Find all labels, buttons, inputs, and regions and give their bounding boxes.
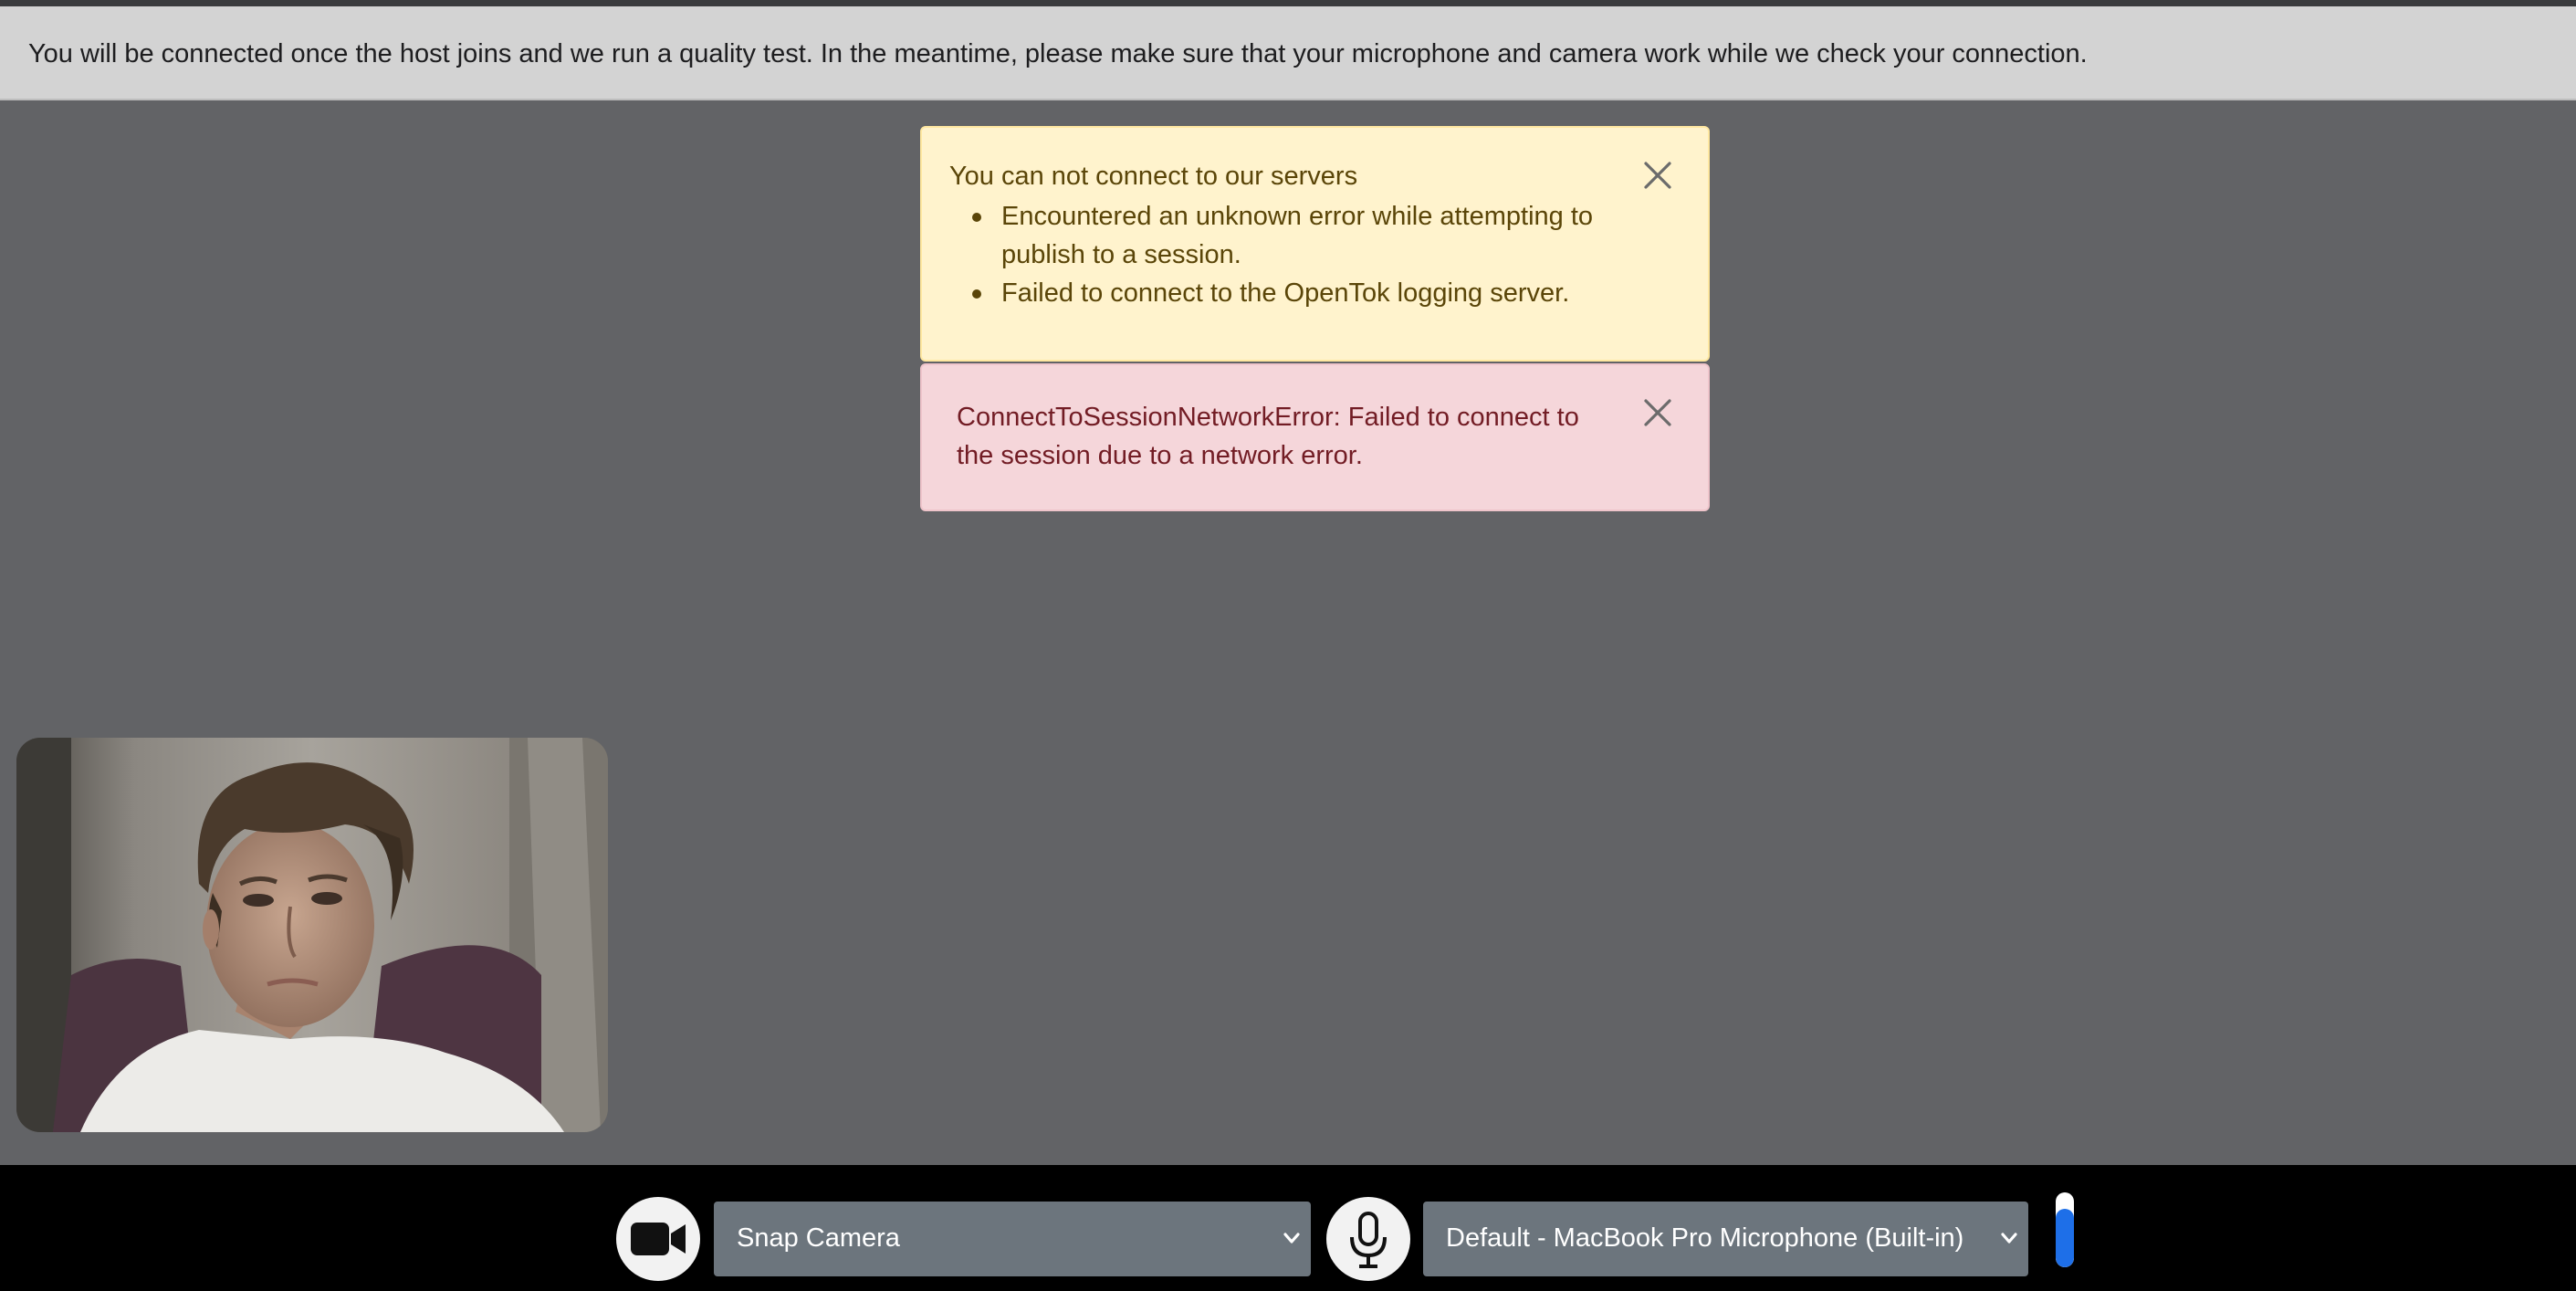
warning-alert-list: Encountered an unknown error while attem… xyxy=(949,197,1677,312)
bullet-icon xyxy=(972,213,981,222)
error-alert: ConnectToSessionNetworkError: Failed to … xyxy=(920,363,1710,511)
warning-alert-title: You can not connect to our servers xyxy=(949,162,1358,191)
warning-close-button[interactable] xyxy=(1639,157,1676,194)
camera-select-value: Snap Camera xyxy=(737,1223,900,1253)
warning-item-text: Failed to connect to the OpenTok logging… xyxy=(1001,278,1570,308)
microphone-select[interactable]: Default - MacBook Pro Microphone (Built-… xyxy=(1423,1202,2028,1276)
microphone-icon xyxy=(1350,1212,1387,1268)
error-alert-message: ConnectToSessionNetworkError: Failed to … xyxy=(957,403,1579,470)
close-icon xyxy=(1644,162,1671,189)
camera-feed-image xyxy=(16,738,608,1132)
video-camera-icon xyxy=(631,1223,686,1255)
media-toolbar: Snap Camera Default - MacBook Pro Microp… xyxy=(0,1165,2576,1291)
error-close-button[interactable] xyxy=(1639,394,1676,431)
bullet-icon xyxy=(972,289,981,299)
microphone-select-value: Default - MacBook Pro Microphone (Built-… xyxy=(1446,1223,1964,1253)
chevron-down-icon xyxy=(2001,1233,2017,1244)
list-item: Failed to connect to the OpenTok logging… xyxy=(972,274,1677,312)
chevron-down-icon xyxy=(1283,1233,1300,1244)
warning-item-text: Encountered an unknown error while attem… xyxy=(1001,202,1594,269)
microphone-toggle-button[interactable] xyxy=(1326,1197,1410,1281)
audio-level-meter xyxy=(2056,1192,2074,1267)
list-item: Encountered an unknown error while attem… xyxy=(972,197,1677,274)
camera-select[interactable]: Snap Camera xyxy=(714,1202,1311,1276)
audio-level-fill xyxy=(2056,1209,2074,1267)
close-icon xyxy=(1644,399,1671,426)
window-top-edge xyxy=(0,0,2576,6)
status-banner-text: You will be connected once the host join… xyxy=(28,39,2088,68)
self-video-preview xyxy=(16,738,608,1132)
camera-toggle-button[interactable] xyxy=(616,1197,700,1281)
status-banner: You will be connected once the host join… xyxy=(0,6,2576,100)
warning-alert: You can not connect to our servers Encou… xyxy=(920,126,1710,362)
